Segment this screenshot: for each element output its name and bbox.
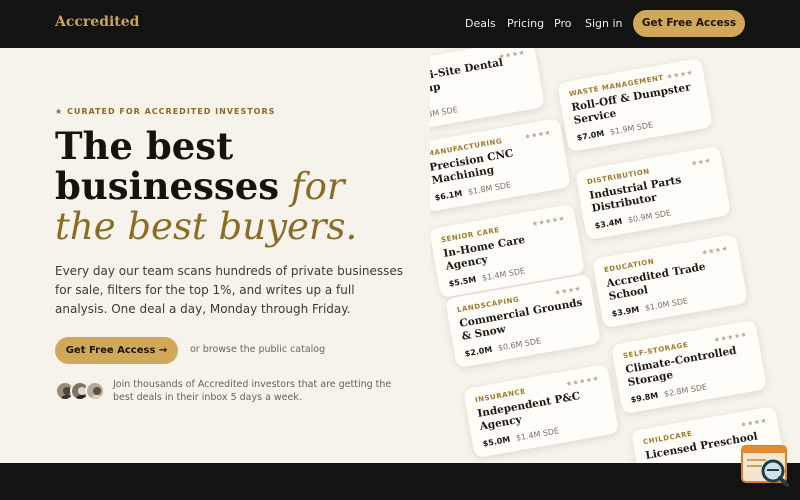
rating-stars: ★★★★ bbox=[700, 244, 729, 258]
deal-sde: $0.6M SDE bbox=[497, 336, 542, 353]
deal-card[interactable]: SELF-STORAGE ★★★★★ Climate-Controlled St… bbox=[611, 319, 767, 415]
headline-italic-word: for bbox=[290, 165, 345, 208]
browse-catalog-link[interactable]: or browse the public catalog bbox=[190, 344, 325, 355]
deal-card[interactable]: WASTE MANAGEMENT ★★★★ Roll-Off & Dumpste… bbox=[557, 57, 713, 153]
deal-name: Multi-Site Dental Group bbox=[430, 56, 504, 99]
deal-cards-collage: ★★★★ Multi-Site Dental Group $2.3M SDE W… bbox=[430, 48, 800, 463]
headline-bold-word: businesses bbox=[55, 164, 280, 208]
hero-headline: The best businesses for the best buyers. bbox=[55, 126, 357, 247]
deal-sde: $2.3M SDE bbox=[430, 105, 459, 122]
avatar bbox=[85, 381, 105, 401]
rating-stars: ★★★★ bbox=[665, 68, 694, 82]
deal-card[interactable]: EDUCATION ★★★★ Accredited Trade School $… bbox=[592, 233, 748, 329]
deal-revenue: $5.5M bbox=[448, 274, 477, 289]
deal-sde: $2.8M SDE bbox=[663, 382, 708, 399]
deal-card[interactable]: ★★★★ Multi-Site Dental Group $2.3M SDE bbox=[430, 48, 545, 133]
search-magnifier-icon[interactable] bbox=[740, 444, 790, 488]
deal-card[interactable]: DISTRIBUTION ★★★ Industrial Parts Distri… bbox=[575, 145, 731, 241]
bottom-section bbox=[0, 463, 800, 500]
nav-link-deals[interactable]: Deals bbox=[465, 17, 496, 30]
nav-link-pricing[interactable]: Pricing bbox=[507, 17, 544, 30]
nav-get-free-access-button[interactable]: Get Free Access bbox=[633, 10, 745, 37]
rating-stars: ★★★★★ bbox=[565, 374, 600, 389]
nav-link-pro[interactable]: Pro bbox=[554, 17, 571, 30]
brand-logo[interactable]: Accredited bbox=[55, 14, 139, 30]
deal-sde: $0.9M SDE bbox=[627, 208, 672, 225]
headline-line-3: the best buyers. bbox=[55, 205, 358, 248]
rating-stars: ★★★★★ bbox=[713, 330, 748, 345]
deal-sde: $1.0M SDE bbox=[644, 296, 689, 313]
hero-description: Every day our team scans hundreds of pri… bbox=[55, 264, 404, 316]
deal-sde: $1.8M SDE bbox=[467, 180, 512, 197]
deal-sde: $1.4M SDE bbox=[515, 426, 560, 443]
deal-revenue: $3.4M bbox=[594, 216, 623, 231]
avatar-group bbox=[55, 381, 107, 401]
nav-link-sign-in[interactable]: Sign in bbox=[585, 17, 623, 30]
headline-line-1: The best bbox=[55, 124, 234, 168]
deal-sde: $1.9M SDE bbox=[609, 120, 654, 137]
social-proof-text: Join thousands of Accredited investors t… bbox=[113, 379, 392, 403]
rating-stars: ★★★★ bbox=[523, 128, 552, 142]
deal-card[interactable]: INSURANCE ★★★★★ Independent P&C Agency $… bbox=[463, 363, 619, 459]
rating-stars: ★★★ bbox=[690, 156, 712, 168]
eyebrow: ★ CURATED FOR ACCREDITED INVESTORS bbox=[55, 107, 276, 116]
rating-stars: ★★★★ bbox=[553, 284, 582, 298]
deal-card[interactable]: MANUFACTURING ★★★★ Precision CNC Machini… bbox=[430, 117, 571, 213]
deal-revenue: $5.0M bbox=[482, 434, 511, 449]
rating-stars: ★★★★★ bbox=[531, 214, 566, 229]
top-nav: Accredited Deals Pricing Pro Sign in Get… bbox=[0, 0, 800, 48]
deal-revenue: $6.1M bbox=[434, 188, 463, 203]
deal-revenue: $2.0M bbox=[464, 344, 493, 359]
rating-stars: ★★★★ bbox=[739, 416, 768, 430]
hero-get-free-access-button[interactable]: Get Free Access → bbox=[55, 337, 178, 364]
deal-revenue: $9.8M bbox=[630, 390, 659, 405]
deal-revenue: $7.0M bbox=[576, 128, 605, 143]
deal-sde: $1.4M SDE bbox=[481, 266, 526, 283]
deal-revenue: $3.9M bbox=[611, 304, 640, 319]
